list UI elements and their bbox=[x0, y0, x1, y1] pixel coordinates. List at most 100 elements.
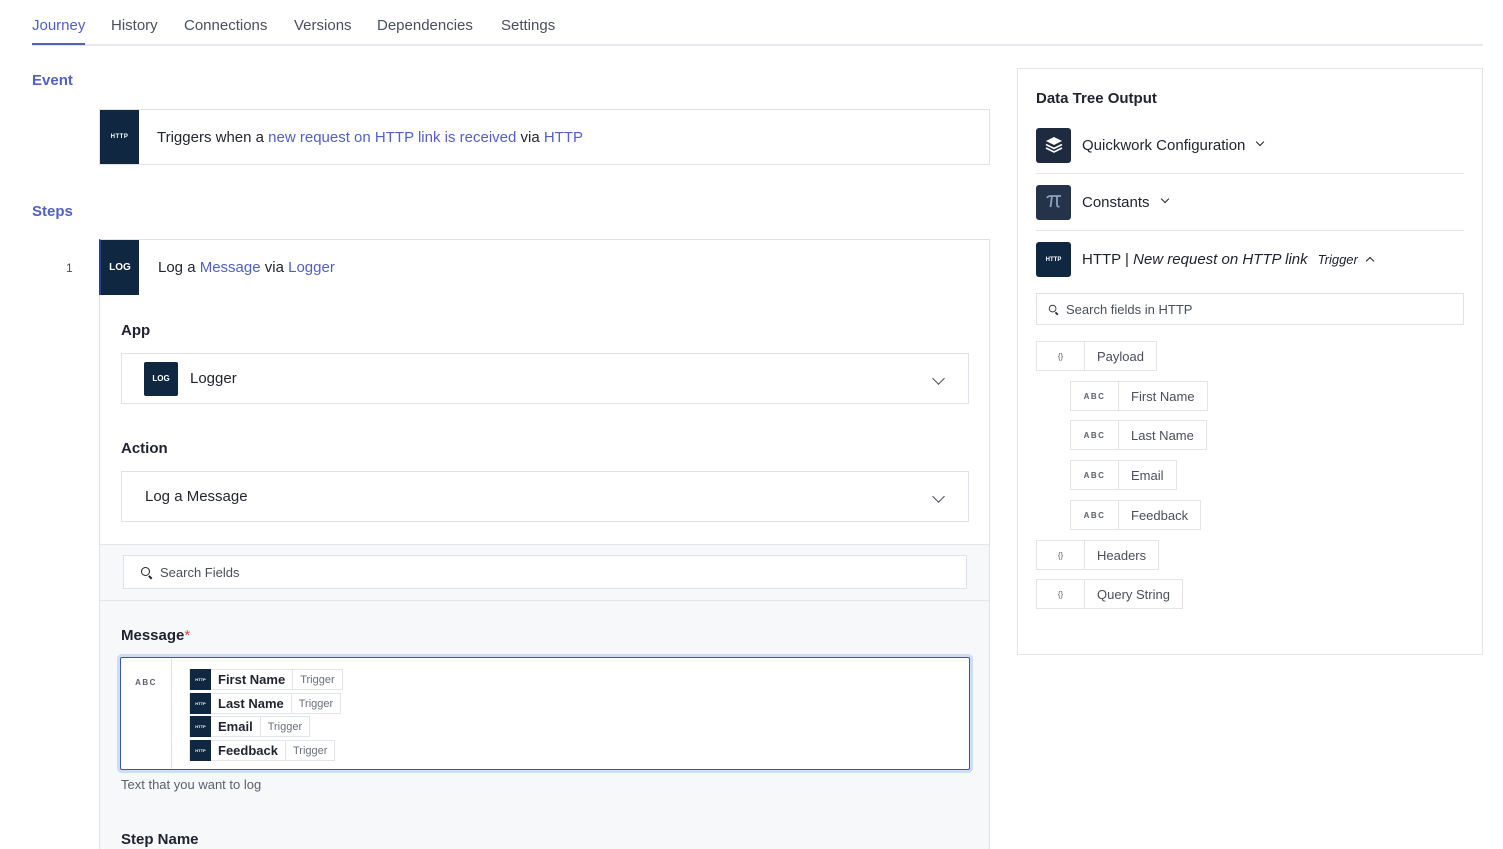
tab-bar: Journey History Connections Versions Dep… bbox=[32, 0, 1483, 46]
tree-node-label: Headers bbox=[1097, 547, 1147, 563]
http-logo-icon: HTTP bbox=[190, 693, 211, 714]
action-select[interactable]: Log a Message bbox=[121, 471, 969, 522]
tree-node-label: Last Name bbox=[1131, 427, 1194, 443]
event-prefix: Triggers when a bbox=[157, 128, 269, 146]
tree-source-label: Quickwork Configuration bbox=[1082, 136, 1246, 154]
http-logo-icon: HTTP bbox=[190, 716, 211, 737]
token-tag: Trigger bbox=[298, 697, 334, 710]
chevron-up-icon bbox=[1365, 256, 1375, 265]
tree-node-email[interactable]: ABC Email bbox=[1070, 460, 1177, 490]
step-name-label: Step Name bbox=[121, 831, 199, 848]
message-help-text: Text that you want to log bbox=[121, 777, 262, 792]
object-type-icon: {} bbox=[1037, 342, 1085, 370]
app-select[interactable]: LOG Logger bbox=[121, 353, 969, 404]
tree-node-headers[interactable]: {} Headers bbox=[1036, 540, 1160, 570]
text-type-icon: ABC bbox=[121, 658, 172, 769]
step-header[interactable]: LOG Log a Message via Logger bbox=[99, 239, 990, 296]
data-tree-search-box[interactable] bbox=[1036, 293, 1464, 325]
token-tag: Trigger bbox=[267, 720, 303, 733]
event-description: Triggers when a new request on HTTP link… bbox=[157, 129, 583, 146]
token-label: Email bbox=[211, 717, 261, 736]
token-feedback[interactable]: HTTP Feedback Trigger bbox=[189, 740, 336, 761]
logger-logo-icon: LOG bbox=[144, 361, 178, 396]
token-first-name[interactable]: HTTP First Name Trigger bbox=[189, 669, 343, 690]
message-label: Message* bbox=[121, 627, 190, 644]
action-select-value: Log a Message bbox=[145, 488, 248, 505]
tree-node-feedback[interactable]: ABC Feedback bbox=[1070, 500, 1202, 530]
tree-node-label: Payload bbox=[1097, 348, 1144, 364]
tree-source-label: HTTP | New request on HTTP link bbox=[1082, 251, 1308, 268]
logger-logo-icon: LOG bbox=[101, 240, 139, 295]
tree-source-quickwork-configuration[interactable]: Quickwork Configuration bbox=[1036, 117, 1464, 174]
search-fields-box[interactable] bbox=[123, 555, 967, 589]
action-label: Action bbox=[121, 440, 168, 457]
text-type-icon: ABC bbox=[1071, 501, 1119, 529]
tab-history[interactable]: History bbox=[111, 17, 158, 34]
object-type-icon: {} bbox=[1037, 541, 1085, 569]
steps-section-label: Steps bbox=[32, 203, 73, 220]
tree-node-query-string[interactable]: {} Query String bbox=[1036, 579, 1183, 609]
message-label-text: Message bbox=[121, 627, 185, 644]
chevron-down-icon bbox=[1256, 137, 1265, 147]
tree-node-first-name[interactable]: ABC First Name bbox=[1070, 381, 1208, 411]
text-type-icon: ABC bbox=[1071, 382, 1119, 410]
search-icon bbox=[141, 567, 151, 577]
token-label: Last Name bbox=[211, 694, 292, 713]
event-via: via bbox=[516, 128, 544, 146]
token-label: Feedback bbox=[211, 741, 286, 760]
http-logo-icon: HTTP bbox=[190, 740, 211, 761]
tree-node-label: Feedback bbox=[1131, 507, 1189, 523]
step-prefix: Log a bbox=[158, 259, 200, 276]
event-section-label: Event bbox=[32, 72, 73, 89]
http-source-event: New request on HTTP link bbox=[1133, 251, 1308, 268]
token-tag: Trigger bbox=[292, 744, 328, 757]
http-logo-icon: HTTP bbox=[190, 669, 211, 690]
http-logo-icon: HTTP bbox=[100, 110, 139, 164]
token-tag: Trigger bbox=[300, 673, 335, 686]
http-logo-icon: HTTP bbox=[1036, 242, 1071, 277]
tree-node-payload[interactable]: {} Payload bbox=[1036, 341, 1157, 371]
chevron-down-icon bbox=[1160, 194, 1169, 204]
step-via: via bbox=[260, 259, 289, 276]
tree-node-last-name[interactable]: ABC Last Name bbox=[1070, 420, 1207, 450]
divider bbox=[100, 600, 989, 601]
tree-source-constants[interactable]: Constants bbox=[1036, 174, 1464, 231]
object-type-icon: {} bbox=[1037, 580, 1085, 608]
data-tree-search-input[interactable] bbox=[1066, 301, 1446, 317]
tree-node-label: Query String bbox=[1097, 586, 1170, 602]
data-tree-title: Data Tree Output bbox=[1036, 90, 1157, 107]
data-tree-panel: Data Tree Output Quickwork Configuration… bbox=[1017, 68, 1483, 655]
tab-dependencies[interactable]: Dependencies bbox=[377, 17, 473, 34]
tree-source-label: Constants bbox=[1082, 193, 1150, 211]
tab-versions[interactable]: Versions bbox=[294, 17, 352, 34]
search-icon bbox=[1048, 304, 1058, 314]
app-select-value: Logger bbox=[190, 370, 237, 387]
token-label: First Name bbox=[211, 670, 294, 689]
search-fields-input[interactable] bbox=[160, 564, 860, 580]
tree-node-label: Email bbox=[1131, 467, 1164, 483]
text-type-icon: ABC bbox=[1071, 421, 1119, 449]
tree-source-http[interactable]: HTTP HTTP | New request on HTTP link Tri… bbox=[1036, 231, 1464, 288]
text-type-icon: ABC bbox=[1071, 461, 1119, 489]
message-input[interactable]: ABC HTTP First Name Trigger HTTP Last Na… bbox=[120, 657, 970, 770]
chevron-down-icon bbox=[932, 372, 945, 385]
required-mark: * bbox=[184, 627, 191, 644]
event-app-link[interactable]: HTTP bbox=[544, 129, 583, 146]
http-source-prefix: HTTP | bbox=[1082, 251, 1134, 268]
step-config-panel: App LOG Logger Action Log a Message Mess… bbox=[99, 295, 990, 849]
step-number: 1 bbox=[66, 261, 73, 275]
event-card[interactable]: HTTP Triggers when a new request on HTTP… bbox=[99, 109, 990, 165]
app-label: App bbox=[121, 322, 151, 339]
step-action-link[interactable]: Message bbox=[200, 259, 261, 276]
token-last-name[interactable]: HTTP Last Name Trigger bbox=[189, 693, 342, 714]
pi-icon bbox=[1036, 184, 1071, 220]
tab-journey[interactable]: Journey bbox=[32, 17, 86, 45]
token-email[interactable]: HTTP Email Trigger bbox=[189, 716, 311, 737]
chevron-down-icon bbox=[932, 490, 945, 503]
step-app-link[interactable]: Logger bbox=[288, 259, 335, 276]
step-description: Log a Message via Logger bbox=[158, 259, 335, 276]
layers-icon bbox=[1036, 127, 1071, 163]
event-trigger-link[interactable]: new request on HTTP link is received bbox=[268, 129, 516, 146]
tab-settings[interactable]: Settings bbox=[501, 17, 555, 34]
tab-connections[interactable]: Connections bbox=[184, 17, 267, 34]
